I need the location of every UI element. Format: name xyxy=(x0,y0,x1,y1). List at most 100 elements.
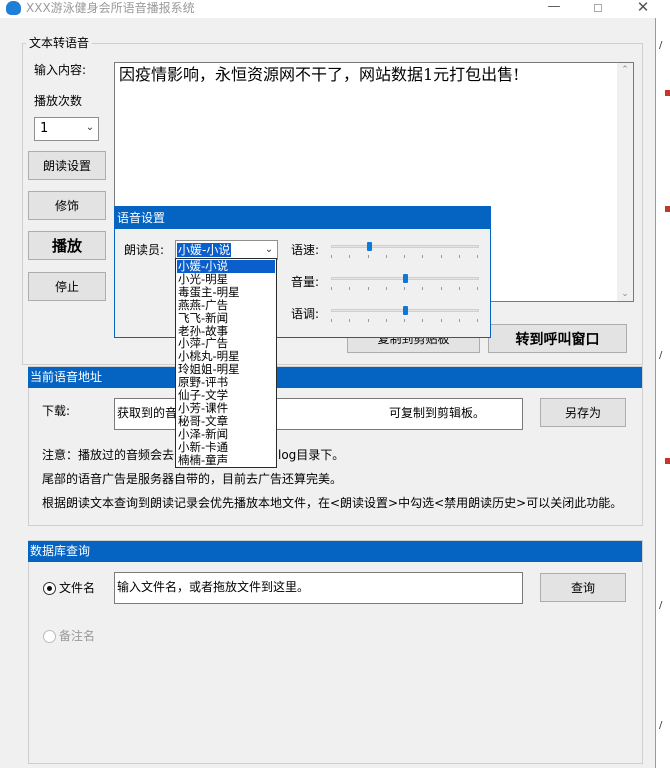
remark-radio[interactable] xyxy=(43,630,56,643)
filename-input[interactable]: 输入文件名，或者拖放文件到这里。 xyxy=(114,572,523,604)
slider-tick xyxy=(441,319,442,322)
reader-option[interactable]: 仙子-文学 xyxy=(177,389,275,402)
query-button[interactable]: 查询 xyxy=(540,573,626,602)
volume-slider-thumb[interactable] xyxy=(403,274,408,283)
input-content-label: 输入内容: xyxy=(34,63,87,77)
desktop-red-marker xyxy=(665,206,670,212)
slider-tick xyxy=(404,255,405,258)
note-history: 根据朗读文本查询到朗读记录会优先播放本地文件，在<朗读设置>中勾选<禁用朗读历史… xyxy=(42,496,623,510)
voice-dialog-title: 语音设置 xyxy=(115,207,490,229)
slider-tick xyxy=(477,255,478,258)
desktop-glyph: / xyxy=(659,720,663,731)
play-count-select[interactable]: 1 ⌄ xyxy=(34,117,99,141)
desktop-glyph: / xyxy=(659,40,663,51)
slider-tick xyxy=(477,287,478,290)
filename-radio-label: 文件名 xyxy=(59,581,96,595)
tts-group-legend: 文本转语音 xyxy=(26,36,93,50)
reader-option[interactable]: 小媛-小说 xyxy=(177,260,275,273)
desktop-right-edge: / / / / xyxy=(654,0,670,768)
pitch-slider[interactable] xyxy=(331,303,479,325)
slider-tick xyxy=(459,255,460,258)
scroll-up-icon[interactable]: ⌃ xyxy=(617,63,633,77)
desktop-glyph: / xyxy=(659,600,663,611)
scroll-down-icon[interactable]: ⌄ xyxy=(617,287,633,301)
slider-tick xyxy=(386,255,387,258)
slider-tick xyxy=(368,255,369,258)
reader-option[interactable]: 小芳-课件 xyxy=(177,402,275,415)
speed-slider-thumb[interactable] xyxy=(367,242,372,251)
reader-option[interactable]: 小萍-广告 xyxy=(177,337,275,350)
app-logo-icon xyxy=(6,1,21,15)
slider-tick xyxy=(404,287,405,290)
desktop-red-marker xyxy=(665,458,670,464)
voice-settings-dialog: 语音设置 朗读员: 小媛-小说 ⌄ 语速: 音量: 语调: xyxy=(114,206,491,338)
chevron-down-icon[interactable]: ⌄ xyxy=(82,118,98,140)
play-count-label: 播放次数 xyxy=(34,94,83,108)
reader-select-value: 小媛-小说 xyxy=(177,243,232,257)
maximize-icon[interactable] xyxy=(587,0,609,16)
play-button[interactable]: 播放 xyxy=(28,231,106,260)
slider-tick xyxy=(459,287,460,290)
reader-option[interactable]: 小桃丸-明星 xyxy=(177,350,275,363)
note-audio-cache: 注意：播放过的音频会去 xyxy=(42,448,175,462)
note-audio-cache-dir: log目录下。 xyxy=(278,448,345,462)
desktop-red-marker xyxy=(665,90,670,96)
pitch-label: 语调: xyxy=(291,307,320,321)
slider-tick xyxy=(404,319,405,322)
reader-option[interactable]: 小新-卡通 xyxy=(177,441,275,454)
slider-tick xyxy=(349,319,350,322)
download-label: 下载: xyxy=(42,404,71,418)
desktop-glyph: / xyxy=(659,350,663,361)
slider-tick xyxy=(441,287,442,290)
reader-option[interactable]: 毒蛋主-明星 xyxy=(177,286,275,299)
save-as-button[interactable]: 另存为 xyxy=(540,398,626,427)
close-icon[interactable]: ✕ xyxy=(632,0,654,16)
window-title: XXX游泳健身会所语音播报系统 xyxy=(26,1,195,15)
note-ads: 尾部的语音广告是服务器自带的，目前去广告还算完美。 xyxy=(42,472,343,486)
slider-tick xyxy=(422,255,423,258)
slider-tick xyxy=(368,319,369,322)
slider-tick xyxy=(459,319,460,322)
reader-option[interactable]: 原野-评书 xyxy=(177,376,275,389)
read-settings-button[interactable]: 朗读设置 xyxy=(28,151,106,180)
decorate-button[interactable]: 修饰 xyxy=(28,191,106,220)
speed-slider[interactable] xyxy=(331,239,479,261)
chevron-down-icon[interactable]: ⌄ xyxy=(261,241,277,259)
audio-address-header: 当前语音地址 xyxy=(28,367,642,388)
download-url-text-left: 获取到的音 xyxy=(117,406,178,420)
volume-slider[interactable] xyxy=(331,271,479,293)
slider-tick xyxy=(386,319,387,322)
minimize-icon[interactable]: — xyxy=(543,0,565,16)
reader-label: 朗读员: xyxy=(124,243,165,257)
reader-option[interactable]: 秘哥-文章 xyxy=(177,415,275,428)
volume-label: 音量: xyxy=(291,275,320,289)
main-window: XXX游泳健身会所语音播报系统 — ✕ 文本转语音 输入内容: 播放次数 1 ⌄… xyxy=(0,0,656,768)
filename-input-placeholder: 输入文件名，或者拖放文件到这里。 xyxy=(117,580,310,594)
reader-option[interactable]: 老孙-故事 xyxy=(177,325,275,338)
stop-button[interactable]: 停止 xyxy=(28,272,106,301)
slider-tick xyxy=(331,255,332,258)
textarea-scrollbar[interactable]: ⌃ ⌄ xyxy=(617,63,633,301)
reader-select[interactable]: 小媛-小说 ⌄ xyxy=(175,240,278,260)
slider-tick xyxy=(331,287,332,290)
slider-tick xyxy=(386,287,387,290)
slider-tick xyxy=(368,287,369,290)
tts-input-text: 因疫情影响，永恒资源网不干了，网站数据1元打包出售! xyxy=(119,65,520,84)
reader-option[interactable]: 玲姐姐-明星 xyxy=(177,363,275,376)
reader-option[interactable]: 小光-明星 xyxy=(177,273,275,286)
slider-tick xyxy=(441,255,442,258)
reader-option[interactable]: 楠楠-童声 xyxy=(177,454,275,467)
pitch-slider-thumb[interactable] xyxy=(403,306,408,315)
goto-call-window-button[interactable]: 转到呼叫窗口 xyxy=(488,324,627,353)
reader-option[interactable]: 飞飞-新闻 xyxy=(177,312,275,325)
slider-tick xyxy=(331,319,332,322)
slider-tick xyxy=(349,287,350,290)
play-count-value: 1 xyxy=(40,121,49,136)
slider-tick xyxy=(477,319,478,322)
filename-radio[interactable] xyxy=(43,582,56,595)
reader-option[interactable]: 燕燕-广告 xyxy=(177,299,275,312)
slider-tick xyxy=(349,255,350,258)
reader-option[interactable]: 小泽-新闻 xyxy=(177,428,275,441)
slider-tick xyxy=(422,319,423,322)
speed-label: 语速: xyxy=(291,243,320,257)
